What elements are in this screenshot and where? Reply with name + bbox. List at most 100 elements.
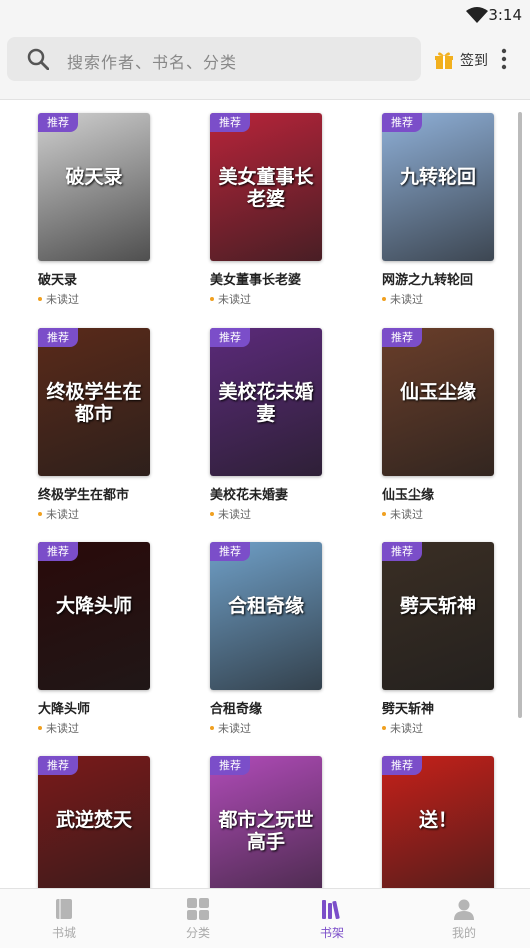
unread-dot-icon — [382, 297, 386, 301]
recommend-badge: 推荐 — [210, 328, 250, 347]
unread-dot-icon — [210, 297, 214, 301]
more-vertical-icon[interactable] — [494, 46, 514, 72]
book-title: 大降头师 — [38, 702, 91, 717]
recommend-badge: 推荐 — [38, 756, 78, 775]
cover-title-art: 美女董事长老婆 — [218, 166, 314, 210]
book-cover[interactable]: 美校花未婚妻 推荐 — [210, 328, 322, 476]
recommend-badge: 推荐 — [210, 113, 250, 132]
recommend-badge: 推荐 — [210, 756, 250, 775]
book-title: 劈天斩神 — [382, 702, 435, 717]
read-status: 未读过 — [210, 720, 322, 736]
clock: 3:14 — [488, 6, 522, 24]
nav-item-category[interactable]: 分类 — [168, 897, 228, 941]
unread-dot-icon — [38, 512, 42, 516]
cover-title-art: 武逆焚天 — [55, 809, 132, 831]
book-item[interactable]: 武逆焚天 推荐 — [38, 756, 150, 888]
nav-label-category: 分类 — [185, 926, 210, 940]
recommend-badge: 推荐 — [382, 756, 422, 775]
unread-dot-icon — [382, 512, 386, 516]
book-cover[interactable]: 合租奇缘 推荐 — [210, 542, 322, 690]
cover-title-art: 送！ — [418, 809, 457, 831]
nav-label-bookstore: 书城 — [51, 926, 76, 940]
book-title: 网游之九转轮回 — [382, 273, 474, 288]
book-item[interactable]: 仙玉尘缘 推荐仙玉尘缘未读过 — [382, 328, 494, 522]
search-placeholder: 搜索作者、书名、分类 — [67, 53, 238, 72]
scrollbar[interactable] — [518, 112, 522, 718]
read-status-label: 未读过 — [46, 722, 79, 735]
book-item[interactable]: 破天录 推荐 破天录 未读过 — [38, 113, 150, 307]
book-cover[interactable]: 大降头师 推荐 — [38, 542, 150, 690]
book-icon — [56, 899, 72, 919]
unread-dot-icon — [210, 512, 214, 516]
unread-dot-icon — [382, 726, 386, 730]
unread-dot-icon — [38, 297, 42, 301]
book-item[interactable]: 大降头师 推荐大降头师未读过 — [38, 542, 150, 736]
read-status-label: 未读过 — [218, 293, 251, 306]
signin-label: 签到 — [460, 53, 488, 69]
unread-dot-icon — [38, 726, 42, 730]
cover-title-art: 合租奇缘 — [227, 595, 304, 617]
book-cover[interactable]: 仙玉尘缘 推荐 — [382, 328, 494, 476]
book-item[interactable]: 终极学生在都市 推荐终极学生在都市未读过 — [38, 328, 150, 522]
book-item[interactable]: 送！ 推荐 — [382, 756, 494, 888]
book-item[interactable]: 都市之玩世高手 推荐 — [210, 756, 322, 888]
cover-title-art: 都市之玩世高手 — [218, 809, 314, 853]
search-input[interactable]: 搜索作者、书名、分类 — [7, 37, 421, 81]
book-title: 终极学生在都市 — [38, 488, 130, 503]
read-status-label: 未读过 — [390, 508, 423, 521]
recommend-badge: 推荐 — [382, 328, 422, 347]
book-cover[interactable]: 美女董事长老婆 推荐 — [210, 113, 322, 261]
book-title: 美女董事长老婆 — [210, 273, 302, 288]
recommend-badge: 推荐 — [38, 328, 78, 347]
book-cover[interactable]: 终极学生在都市 推荐 — [38, 328, 150, 476]
gift-icon — [435, 52, 453, 69]
nav-label-profile: 我的 — [451, 926, 476, 940]
read-status-label: 未读过 — [218, 722, 251, 735]
book-item[interactable]: 美女董事长老婆 推荐美女董事长老婆未读过 — [210, 113, 322, 307]
book-item[interactable]: 九转轮回 推荐网游之九转轮回未读过 — [382, 113, 494, 307]
recommend-badge: 推荐 — [382, 542, 422, 561]
unread-dot-icon — [210, 726, 214, 730]
bookshelf-grid: 破天录 推荐 破天录 未读过 美女董事长老婆 推荐 美女董事长老婆 未读过 九转轮回 推荐 网游之九… — [0, 100, 530, 888]
read-status: 未读过 — [382, 720, 494, 736]
read-status: 未读过 — [210, 506, 322, 522]
book-title: 美校花未婚妻 — [210, 488, 289, 503]
book-cover[interactable]: 破天录 推荐 — [38, 113, 150, 261]
recommend-badge: 推荐 — [38, 542, 78, 561]
read-status: 未读过 — [38, 506, 150, 522]
cover-title-art: 仙玉尘缘 — [399, 381, 476, 403]
read-status: 未读过 — [210, 291, 322, 307]
read-status-label: 未读过 — [218, 508, 251, 521]
book-cover[interactable]: 九转轮回 推荐 — [382, 113, 494, 261]
book-title: 仙玉尘缘 — [382, 488, 435, 503]
nav-item-profile[interactable]: 我的 — [434, 897, 494, 941]
book-title: 合租奇缘 — [210, 702, 263, 717]
book-cover[interactable]: 武逆焚天 推荐 — [38, 756, 150, 888]
book-item[interactable]: 劈天斩神 推荐劈天斩神未读过 — [382, 542, 494, 736]
book-cover[interactable]: 劈天斩神 推荐 — [382, 542, 494, 690]
book-item[interactable]: 美校花未婚妻 推荐美校花未婚妻未读过 — [210, 328, 322, 522]
nav-label-bookshelf: 书架 — [319, 926, 344, 940]
read-status: 未读过 — [382, 506, 494, 522]
nav-item-bookstore[interactable]: 书城 — [34, 897, 94, 941]
wifi-icon — [466, 7, 488, 23]
cover-title-art: 终极学生在都市 — [46, 381, 142, 425]
read-status-label: 未读过 — [390, 722, 423, 735]
recommend-badge: 推荐 — [210, 542, 250, 561]
signin-button[interactable]: 签到 — [434, 48, 488, 72]
cover-title-art: 九转轮回 — [399, 166, 476, 188]
grid-icon — [187, 898, 209, 920]
search-icon — [27, 48, 49, 70]
read-status: 未读过 — [38, 720, 150, 736]
book-cover[interactable]: 都市之玩世高手 推荐 — [210, 756, 322, 888]
cover-title-art: 劈天斩神 — [399, 595, 476, 617]
book-item[interactable]: 合租奇缘 推荐合租奇缘未读过 — [210, 542, 322, 736]
nav-item-bookshelf[interactable]: 书架 — [302, 897, 362, 941]
cover-title-art: 大降头师 — [55, 595, 132, 617]
read-status: 未读过 — [382, 291, 494, 307]
read-status-label: 未读过 — [390, 293, 423, 306]
cover-title-art: 破天录 — [65, 166, 123, 188]
recommend-badge: 推荐 — [38, 113, 78, 132]
status-bar: 3:14 — [0, 0, 530, 30]
book-cover[interactable]: 送！ 推荐 — [382, 756, 494, 888]
